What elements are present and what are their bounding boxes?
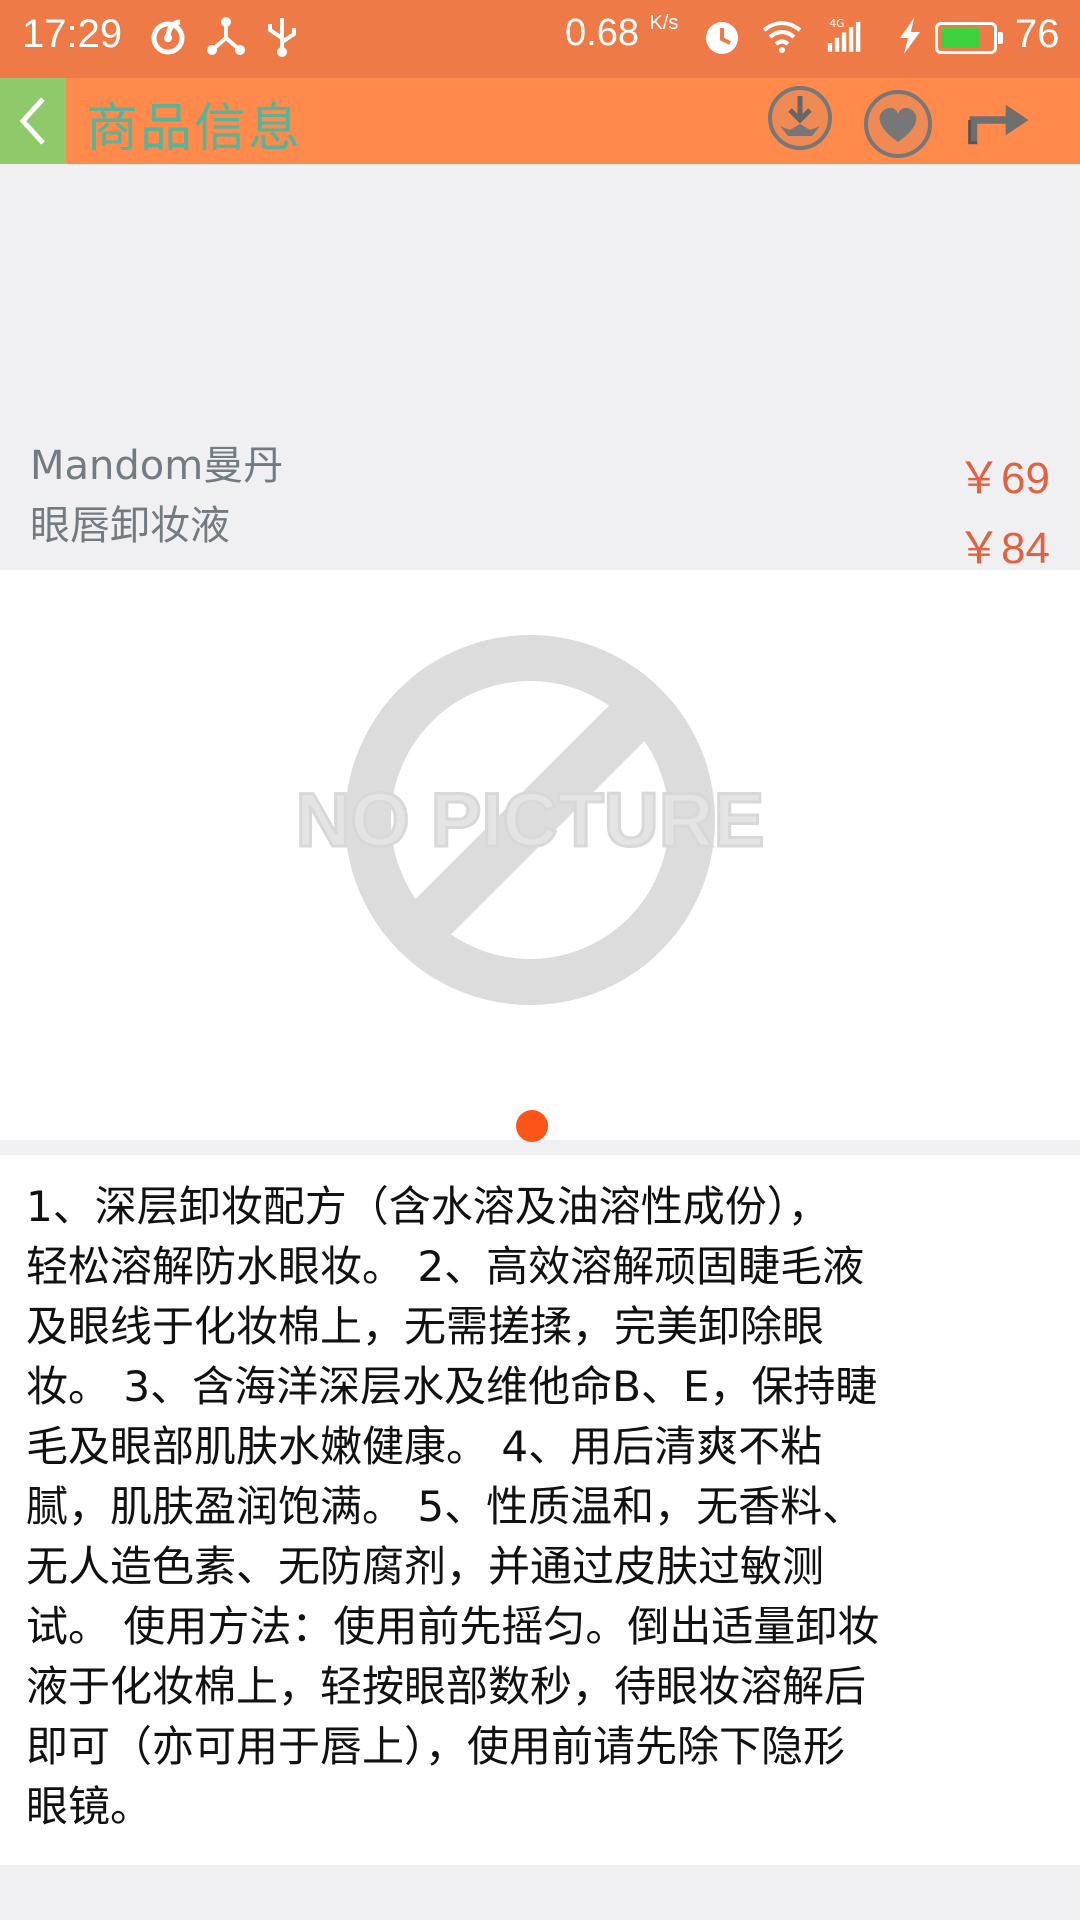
network-type: 4G bbox=[830, 18, 845, 30]
product-header: Mandom曼丹 眼唇卸妆液 ￥69 ￥84 bbox=[0, 164, 1080, 573]
toolbar: 商品信息 bbox=[0, 78, 1080, 164]
signal-icon: 4G bbox=[827, 18, 861, 52]
price-current: ￥69 bbox=[957, 454, 1050, 503]
page-title: 商品信息 bbox=[86, 99, 303, 159]
alarm-icon bbox=[706, 22, 738, 54]
product-name-line1: Mandom曼丹 bbox=[30, 443, 284, 489]
no-picture-placeholder: NO PICTURE bbox=[294, 635, 766, 1005]
wifi-icon bbox=[762, 21, 802, 53]
product-image-gallery[interactable]: NO PICTURE bbox=[0, 570, 1080, 1140]
back-button[interactable] bbox=[0, 78, 66, 164]
status-time: 17:29 bbox=[22, 12, 123, 56]
netease-cloud-music-icon bbox=[151, 19, 185, 55]
share-icon[interactable] bbox=[962, 80, 1038, 160]
product-name: Mandom曼丹 眼唇卸妆液 bbox=[30, 436, 630, 556]
product-name-line2: 眼唇卸妆液 bbox=[30, 503, 230, 549]
network-speed: 0.68 K/s bbox=[565, 12, 679, 54]
description-section: 1、深层卸妆配方（含水溶及油溶性成份）， 轻松溶解防水眼妆。 2、高效溶解顽固睫… bbox=[0, 1155, 1080, 1865]
back-arrow-icon bbox=[19, 97, 45, 145]
gallery-page-indicator[interactable] bbox=[516, 1110, 548, 1142]
charging-icon bbox=[900, 18, 920, 54]
product-description: 1、深层卸妆配方（含水溶及油溶性成份）， 轻松溶解防水眼妆。 2、高效溶解顽固睫… bbox=[26, 1182, 880, 1831]
no-picture-text: NO PICTURE bbox=[296, 778, 765, 863]
share-nodes-icon bbox=[207, 17, 245, 55]
usb-icon bbox=[268, 18, 296, 57]
battery-icon bbox=[935, 22, 1003, 54]
favorite-heart-icon[interactable] bbox=[860, 80, 936, 160]
price-original: ￥84 bbox=[957, 524, 1050, 573]
status-bar: 17:29 0.68 K/s 4G 76 bbox=[0, 0, 1080, 78]
battery-level: 76 bbox=[1015, 12, 1060, 56]
battery-fill bbox=[941, 28, 979, 48]
download-icon[interactable] bbox=[762, 80, 838, 160]
